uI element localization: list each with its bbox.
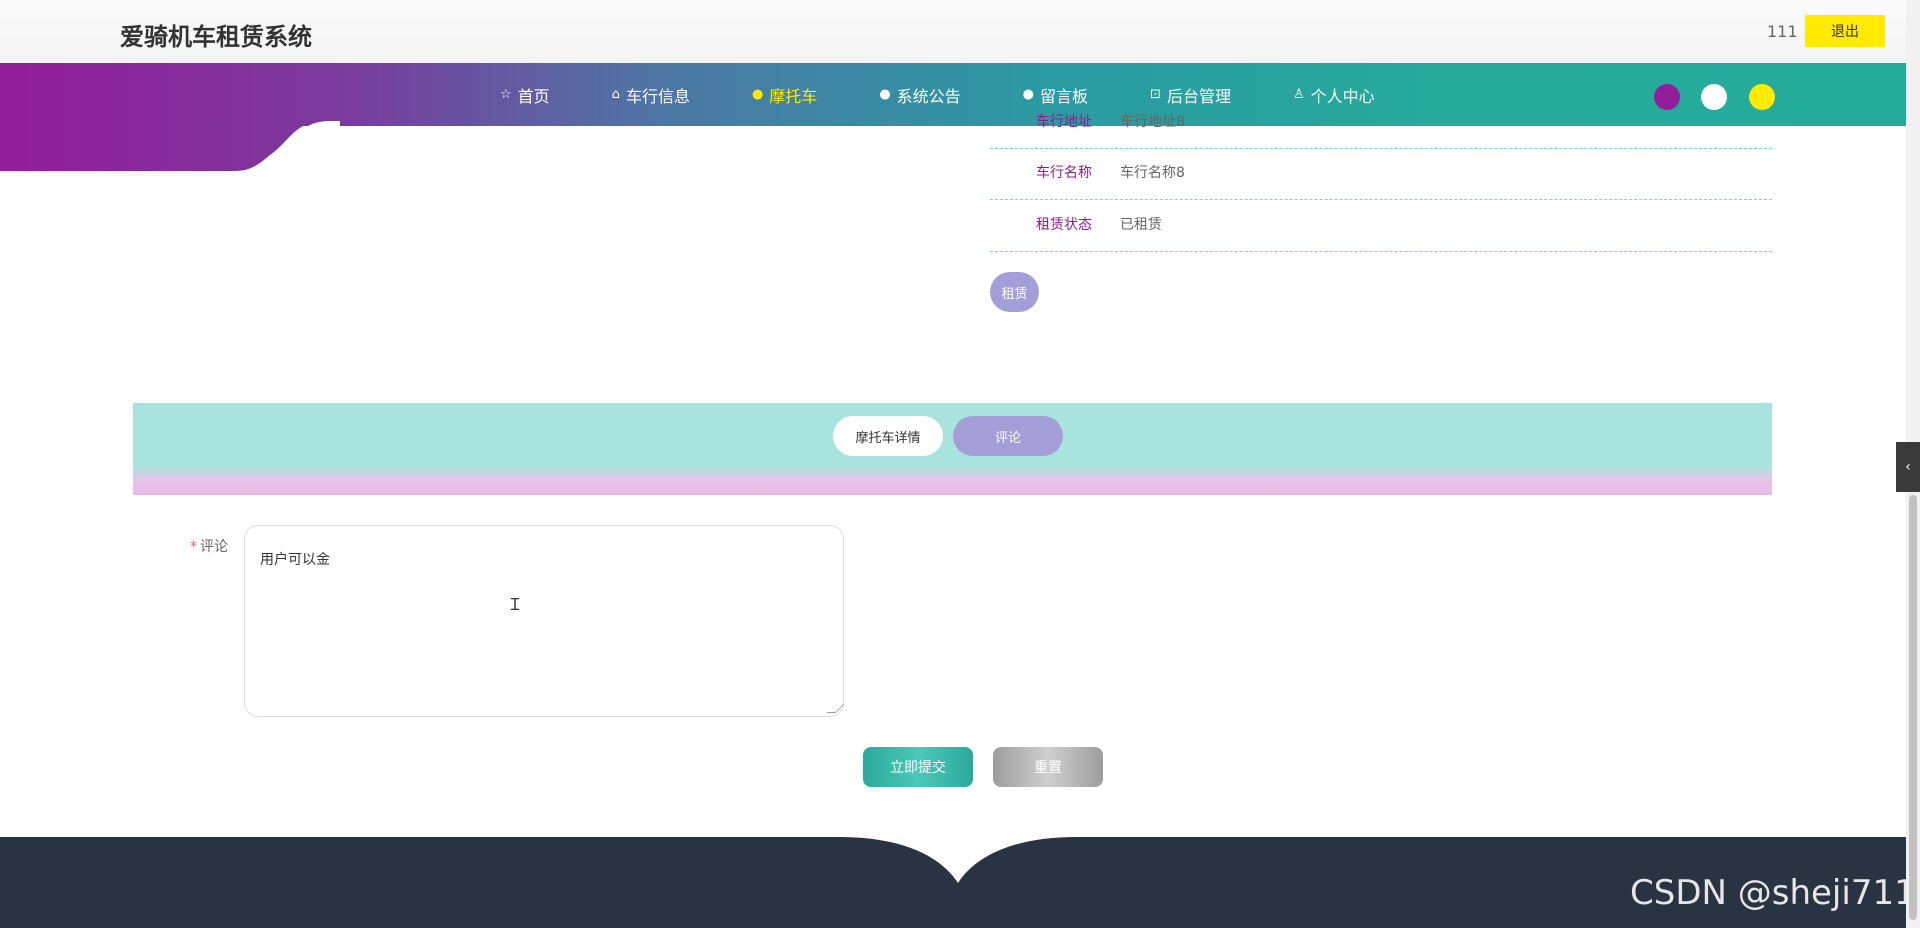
watermark: CSDN @sheji711 [1630,873,1916,913]
comment-text: 用户可以金 [260,552,330,568]
detail-label: 租赁状态 [1036,217,1092,233]
text-cursor-icon: Ｉ [507,595,524,614]
detail-value: 车行地址8 [1120,114,1185,130]
comment-textarea[interactable]: 用户可以金 Ｉ [244,525,845,717]
required-mark: * [190,539,197,555]
nav-decor-shape [0,63,340,171]
detail-row-name: 车行名称 车行名称8 [990,148,1772,200]
detail-value: 已租赁 [1120,217,1162,233]
rent-button[interactable]: 租赁 [990,272,1039,312]
submit-button[interactable]: 立即提交 [863,747,973,787]
chevron-left-icon[interactable]: ‹ [1896,442,1920,492]
detail-label: 车行名称 [1036,165,1092,181]
nav-item-announcements[interactable]: ● 系统公告 [879,83,960,107]
detail-row-address: 车行地址 车行地址8 [990,97,1772,149]
tabs-band: 摩托车详情 评论 [133,403,1772,495]
tab-motorcycle-detail[interactable]: 摩托车详情 [833,416,943,456]
top-bar: 爱骑机车租赁系统 111 退出 [0,0,1906,63]
site-title: 爱骑机车租赁系统 [120,23,312,51]
nav-item-home[interactable]: ☆ 首页 [500,83,550,107]
nav-item-label: 首页 [517,86,550,106]
shop-icon: ⌂ [611,87,620,102]
star-icon: ☆ [500,87,512,102]
nav-item-label: 系统公告 [896,86,961,106]
detail-value: 车行名称8 [1120,165,1185,181]
footer-notch-shape [840,837,1076,883]
tab-comment[interactable]: 评论 [953,416,1063,456]
info-circle-icon: ● [751,87,764,102]
reset-button[interactable]: 重置 [993,747,1103,787]
nav-item-label: 摩托车 [769,86,818,106]
nav-item-motorcycle[interactable]: ● 摩托车 [752,83,817,107]
comment-field-label: * 评论 [190,536,228,556]
detail-row-rental-status: 租赁状态 已租赁 [990,200,1772,252]
resize-handle-icon[interactable] [826,704,845,713]
detail-label: 车行地址 [1036,114,1092,130]
nav-item-label: 车行信息 [625,86,690,106]
help-circle-icon: ● [879,87,891,102]
logout-button[interactable]: 退出 [1805,15,1885,47]
user-name: 111 [1767,22,1798,41]
comment-label-text: 评论 [200,539,228,555]
nav-item-dealer-info[interactable]: ⌂ 车行信息 [612,83,690,107]
scrollbar-thumb[interactable] [1909,495,1917,920]
